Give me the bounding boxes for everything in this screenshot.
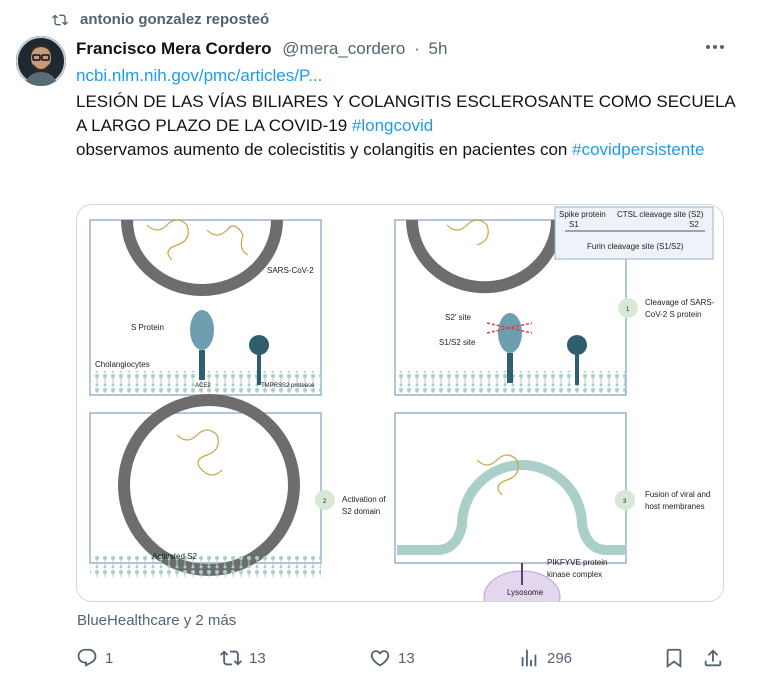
author-name[interactable]: Francisco Mera Cordero [76,39,272,58]
article-link[interactable]: ncbi.nlm.nih.gov/pmc/articles/P... [76,64,736,88]
post-header: Francisco Mera Cordero @mera_cordero · 5… [76,38,656,60]
step-1-text-a: Cleavage of SARS- [645,298,715,307]
share-icon [704,649,722,667]
post-text-1: LESIÓN DE LAS VÍAS BILIARES Y COLANGITIS… [76,92,735,135]
bookmark-icon [666,648,682,669]
post-time[interactable]: 5h [429,39,448,58]
step-3-text-a: Fusion of viral and [645,490,710,499]
avatar[interactable] [16,36,66,86]
s-protein-label: S Protein [131,323,164,332]
views-icon [521,649,537,667]
lysosome-label: Lysosome [507,588,544,597]
step-2-text-a: Activation of [342,495,386,504]
pikfyve-text-b: kinase complex [547,570,602,579]
s2-site-label: S2' site [445,313,472,322]
ctsl-label: CTSL cleavage site (S2) [617,210,704,219]
author-handle[interactable]: @mera_cordero [282,39,405,58]
share-button[interactable] [702,645,724,671]
ace2-label: ACE2 [195,383,211,389]
avatar-image [16,36,66,86]
s2-label: S2 [689,220,699,229]
separator: · [414,39,420,58]
bookmark-button[interactable] [663,645,685,671]
panel-2: Spike protein S1 CTSL cleavage site (S2)… [394,206,715,396]
furin-label: Furin cleavage site (S1/S2) [587,242,684,251]
sars-label: SARS-CoV-2 [267,266,314,275]
more-options-button[interactable] [704,36,726,58]
hashtag-longcovid[interactable]: #longcovid [352,116,433,135]
heart-icon [370,650,390,667]
panel-1: SARS-CoV-2 S Protein Cholangiocytes ACE2… [89,219,322,396]
views-button[interactable]: 296 [518,645,572,671]
covid-mechanism-figure: SARS-CoV-2 S Protein Cholangiocytes ACE2… [89,206,715,601]
s1s2-site-label: S1/S2 site [439,338,476,347]
repost-icon [220,650,242,666]
repost-count: 13 [249,649,266,667]
step-3-text-b: host membranes [645,502,705,511]
like-button[interactable]: 13 [369,645,415,671]
step-1-text-b: CoV-2 S protein [645,310,701,319]
s1-label: S1 [569,220,579,229]
spike-protein-label: Spike protein [559,210,606,219]
repost-button[interactable]: 13 [220,645,266,671]
activated-s2-label: Activated S2 [152,552,197,561]
post-text-2: observamos aumento de colecistitis y col… [76,140,705,159]
tmprss2-label: TMPRSS2 protease [261,383,315,389]
post-media[interactable]: SARS-CoV-2 S Protein Cholangiocytes ACE2… [76,204,724,602]
reply-count: 1 [105,649,114,667]
panel-3: 2 Activation of S2 domain Activated S2 [89,394,386,577]
hashtag-covidpersistente[interactable]: #covidpersistente [572,140,704,159]
repost-icon [52,14,68,26]
post-body: ncbi.nlm.nih.gov/pmc/articles/P... LESIÓ… [76,64,736,162]
pikfyve-text-a: PIKFYVE protein [547,558,607,567]
repost-text[interactable]: antonio gonzalez reposteó [80,11,269,28]
reply-button[interactable]: 1 [76,645,113,671]
step-2-text-b: S2 domain [342,507,380,516]
cholangiocytes-label: Cholangiocytes [95,360,150,369]
like-count: 13 [398,649,415,667]
panel-4: 3 Fusion of viral and host membranes PIK… [394,412,710,601]
views-count: 296 [547,649,573,667]
reply-icon [77,648,97,667]
social-context[interactable]: BlueHealthcare y 2 más [77,612,236,629]
action-bar: 1 13 13 296 [76,645,726,671]
more-icon [706,45,710,49]
